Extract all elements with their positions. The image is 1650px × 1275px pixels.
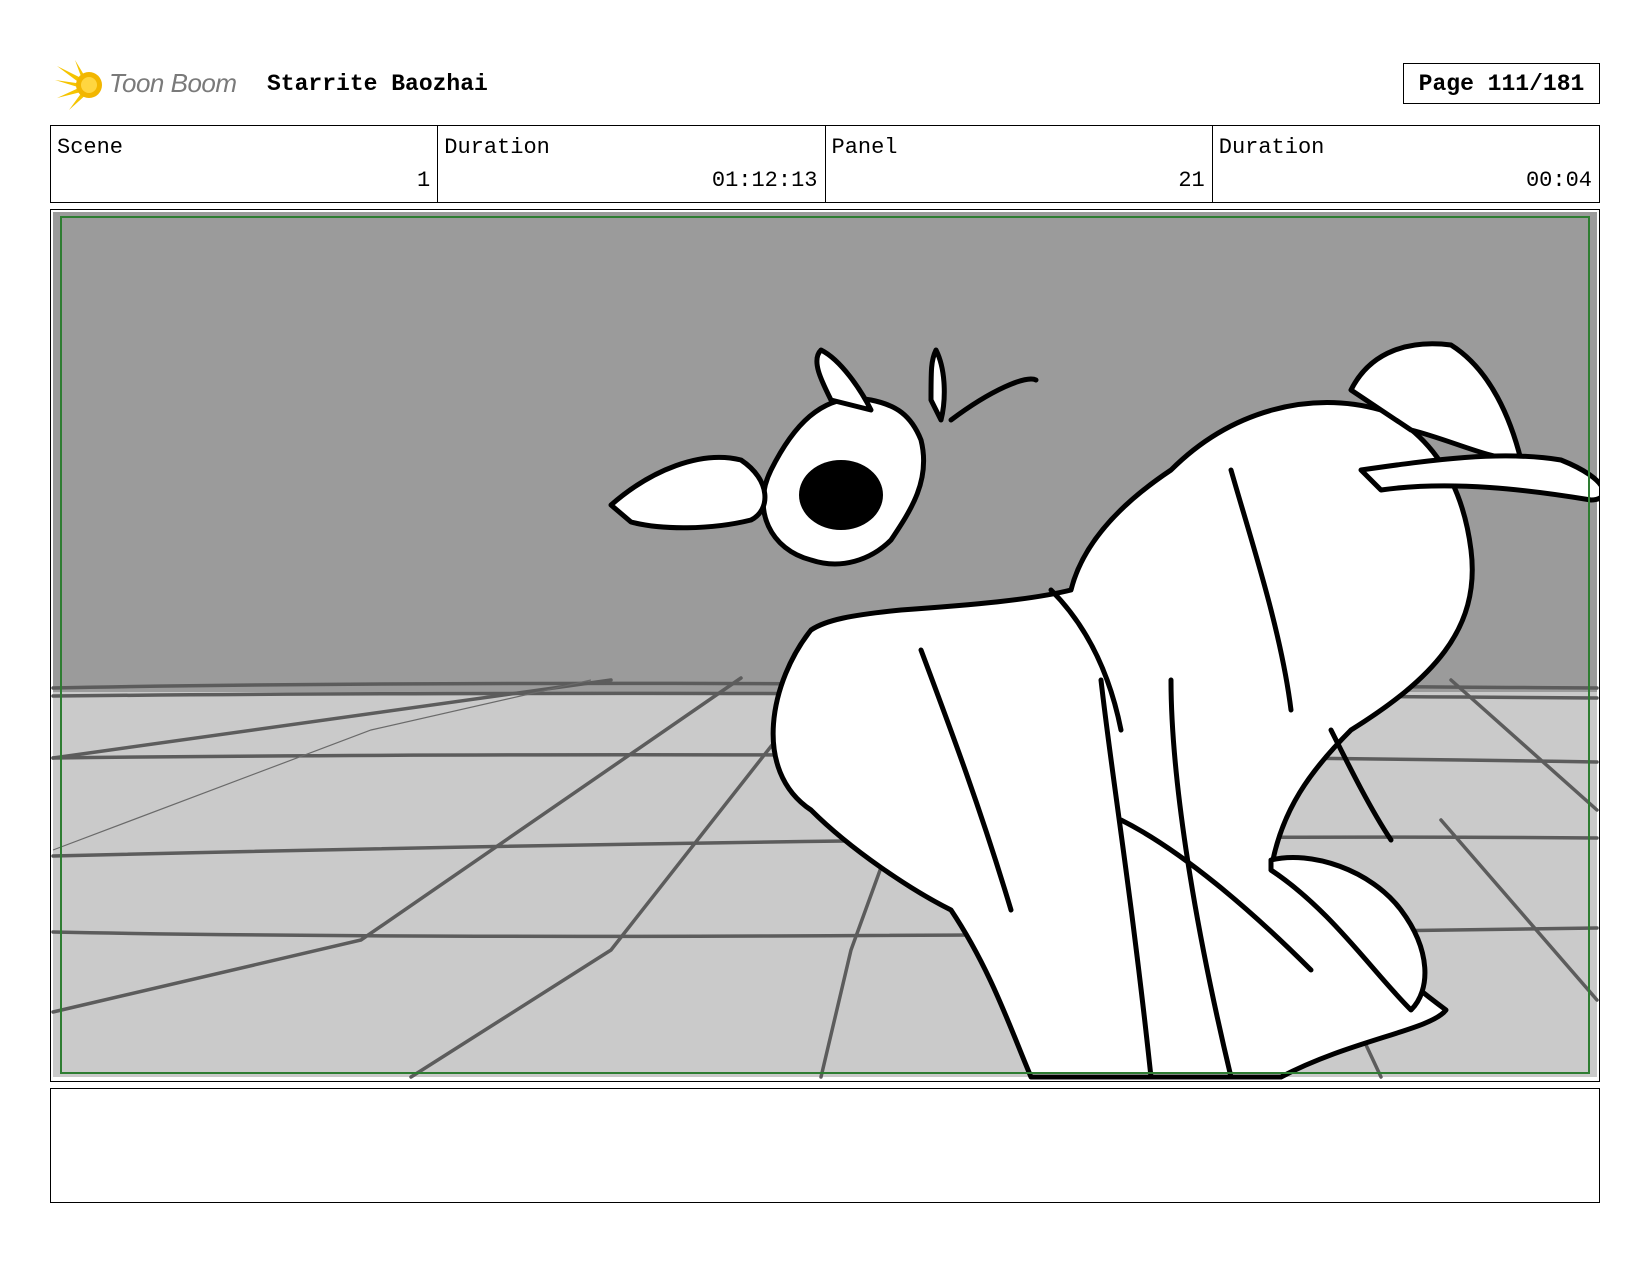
panel-label: Panel — [831, 135, 898, 160]
info-table: Scene 1 Duration 01:12:13 Panel 21 Durat… — [50, 125, 1600, 203]
scene-duration-cell: Duration 01:12:13 — [438, 126, 826, 202]
notes-box — [50, 1088, 1600, 1203]
panel-value: 21 — [1178, 168, 1205, 193]
scene-label: Scene — [57, 135, 124, 160]
panel-duration-cell: Duration 00:04 — [1213, 126, 1599, 202]
toon-boom-logo: Toon Boom — [55, 58, 250, 112]
page-label: Page 111/181 — [1418, 70, 1585, 97]
page-indicator: Page 111/181 — [1403, 63, 1600, 104]
scene-value: 1 — [417, 168, 431, 193]
panel-duration-value: 00:04 — [1525, 168, 1592, 193]
panel-drawing — [51, 210, 1599, 1081]
character-hair — [799, 460, 883, 530]
panel-cell: Panel 21 — [826, 126, 1213, 202]
logo-text: Toon Boom — [109, 68, 237, 98]
scene-duration-value: 01:12:13 — [711, 168, 818, 193]
scene-cell: Scene 1 — [51, 126, 439, 202]
toon-boom-star-icon — [55, 60, 102, 110]
panel-duration-label: Duration — [1218, 135, 1325, 160]
project-title: Starrite Baozhai — [267, 71, 488, 97]
storyboard-panel — [50, 209, 1600, 1082]
scene-duration-label: Duration — [444, 135, 550, 160]
